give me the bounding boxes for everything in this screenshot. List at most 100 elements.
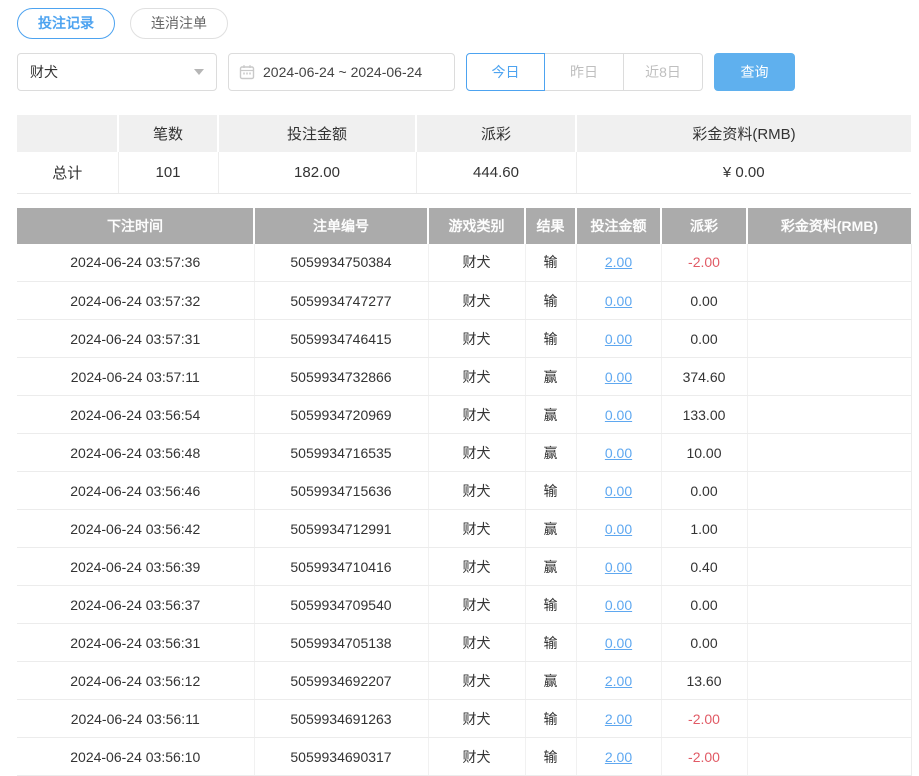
bet-amount-link[interactable]: 0.00 — [605, 521, 632, 537]
header-bonus: 彩金资料(RMB) — [747, 208, 911, 244]
header-order-number: 注单编号 — [254, 208, 428, 244]
cell-result: 赢 — [525, 434, 576, 472]
header-result: 结果 — [525, 208, 576, 244]
table-row: 2024-06-24 03:57:365059934750384财犬输2.00-… — [17, 244, 911, 282]
bet-amount-link[interactable]: 0.00 — [605, 293, 632, 309]
cell-game-type: 财犬 — [428, 738, 525, 776]
bet-amount-link[interactable]: 2.00 — [605, 749, 632, 765]
summary-header-empty — [17, 115, 118, 152]
cell-bet-time: 2024-06-24 03:56:10 — [17, 738, 254, 776]
records-header-row: 下注时间 注单编号 游戏类别 结果 投注金额 派彩 彩金资料(RMB) — [17, 208, 911, 244]
cell-bet-time: 2024-06-24 03:56:37 — [17, 586, 254, 624]
cell-payout: -2.00 — [661, 738, 747, 776]
bet-amount-link[interactable]: 0.00 — [605, 331, 632, 347]
cell-bet-time: 2024-06-24 03:56:46 — [17, 472, 254, 510]
cell-bonus — [747, 244, 911, 282]
cell-order-number: 5059934691263 — [254, 700, 428, 738]
search-button[interactable]: 查询 — [714, 53, 795, 91]
quick-range-group: 今日 昨日 近8日 — [466, 53, 703, 91]
cell-bet-time: 2024-06-24 03:56:11 — [17, 700, 254, 738]
table-row: 2024-06-24 03:56:375059934709540财犬输0.000… — [17, 586, 911, 624]
cell-game-type: 财犬 — [428, 244, 525, 282]
cell-game-type: 财犬 — [428, 624, 525, 662]
cell-game-type: 财犬 — [428, 282, 525, 320]
bet-amount-link[interactable]: 0.00 — [605, 597, 632, 613]
cell-payout: 10.00 — [661, 434, 747, 472]
summary-total-row: 总计 101 182.00 444.60 ¥ 0.00 — [17, 152, 911, 193]
header-bet-amount: 投注金额 — [576, 208, 661, 244]
cell-bet-time: 2024-06-24 03:56:12 — [17, 662, 254, 700]
cell-game-type: 财犬 — [428, 396, 525, 434]
tab-betting-records[interactable]: 投注记录 — [17, 8, 115, 39]
cell-result: 赢 — [525, 510, 576, 548]
cell-order-number: 5059934716535 — [254, 434, 428, 472]
table-row: 2024-06-24 03:56:485059934716535财犬赢 0.00 1… — [17, 434, 911, 472]
cell-result: 输 — [525, 282, 576, 320]
cell-bet-amount: 0.00 — [576, 472, 661, 510]
cell-order-number: 5059934692207 — [254, 662, 428, 700]
cell-game-type: 财犬 — [428, 662, 525, 700]
table-row: 2024-06-24 03:56:545059934720969财犬赢 0.00 1… — [17, 396, 911, 434]
tab-cancelled-orders[interactable]: 连消注单 — [130, 8, 228, 39]
bet-amount-link[interactable]: 0.00 — [605, 407, 632, 423]
cell-game-type: 财犬 — [428, 472, 525, 510]
bet-amount-link[interactable]: 0.00 — [605, 635, 632, 651]
cell-result: 输 — [525, 472, 576, 510]
top-tabs: 投注记录 连消注单 — [17, 8, 911, 39]
last-8-days-button[interactable]: 近8日 — [624, 53, 703, 91]
bet-amount-link[interactable]: 0.00 — [605, 559, 632, 575]
cell-bet-amount: 0.00 — [576, 548, 661, 586]
yesterday-button[interactable]: 昨日 — [545, 53, 624, 91]
betting-records-page: 投注记录 连消注单 财犬 2024-06-24 ~ 2024-06-24 今日 … — [0, 0, 919, 776]
bet-amount-link[interactable]: 2.00 — [605, 673, 632, 689]
cell-bet-time: 2024-06-24 03:56:54 — [17, 396, 254, 434]
game-select[interactable]: 财犬 — [17, 53, 217, 91]
cell-payout: 133.00 — [661, 396, 747, 434]
cell-bet-amount: 0.00 — [576, 320, 661, 358]
cell-bonus — [747, 624, 911, 662]
cell-bet-time: 2024-06-24 03:57:32 — [17, 282, 254, 320]
cell-order-number: 5059934720969 — [254, 396, 428, 434]
bet-amount-link[interactable]: 0.00 — [605, 369, 632, 385]
cell-game-type: 财犬 — [428, 434, 525, 472]
cell-payout: 0.40 — [661, 548, 747, 586]
bet-amount-link[interactable]: 0.00 — [605, 445, 632, 461]
summary-total-bet-amount: 182.00 — [218, 152, 416, 193]
cell-game-type: 财犬 — [428, 548, 525, 586]
cell-bet-time: 2024-06-24 03:56:42 — [17, 510, 254, 548]
cell-bonus — [747, 700, 911, 738]
summary-total-payout: 444.60 — [416, 152, 576, 193]
cell-result: 输 — [525, 700, 576, 738]
summary-header-payout: 派彩 — [416, 115, 576, 152]
table-row: 2024-06-24 03:57:315059934746415财犬输0.000… — [17, 320, 911, 358]
cell-payout: 13.60 — [661, 662, 747, 700]
bet-amount-link[interactable]: 2.00 — [605, 254, 632, 270]
date-range-input[interactable]: 2024-06-24 ~ 2024-06-24 — [228, 53, 455, 91]
date-range-value: 2024-06-24 ~ 2024-06-24 — [263, 64, 422, 80]
cell-payout: -2.00 — [661, 244, 747, 282]
cell-order-number: 5059934750384 — [254, 244, 428, 282]
cell-bet-time: 2024-06-24 03:56:31 — [17, 624, 254, 662]
cell-order-number: 5059934705138 — [254, 624, 428, 662]
bet-amount-link[interactable]: 2.00 — [605, 711, 632, 727]
bet-amount-link[interactable]: 0.00 — [605, 483, 632, 499]
cell-payout: 1.00 — [661, 510, 747, 548]
cell-bonus — [747, 548, 911, 586]
cell-result: 输 — [525, 586, 576, 624]
table-row: 2024-06-24 03:56:425059934712991财犬赢0.001… — [17, 510, 911, 548]
cell-bet-time: 2024-06-24 03:56:48 — [17, 434, 254, 472]
table-row: 2024-06-24 03:56:465059934715636财犬输0.000… — [17, 472, 911, 510]
cell-result: 赢 — [525, 396, 576, 434]
cell-bet-amount: 0.00 — [576, 510, 661, 548]
cell-game-type: 财犬 — [428, 586, 525, 624]
cell-order-number: 5059934690317 — [254, 738, 428, 776]
summary-header-bonus: 彩金资料(RMB) — [576, 115, 911, 152]
summary-table: 笔数 投注金额 派彩 彩金资料(RMB) 总计 101 182.00 444.6… — [17, 115, 911, 194]
cell-game-type: 财犬 — [428, 700, 525, 738]
cell-order-number: 5059934715636 — [254, 472, 428, 510]
cell-payout: 0.00 — [661, 624, 747, 662]
records-table: 下注时间 注单编号 游戏类别 结果 投注金额 派彩 彩金资料(RMB) 2024… — [17, 208, 912, 776]
cell-bet-amount: 0.00 — [576, 624, 661, 662]
today-button[interactable]: 今日 — [466, 53, 545, 91]
cell-bet-amount: 2.00 — [576, 700, 661, 738]
